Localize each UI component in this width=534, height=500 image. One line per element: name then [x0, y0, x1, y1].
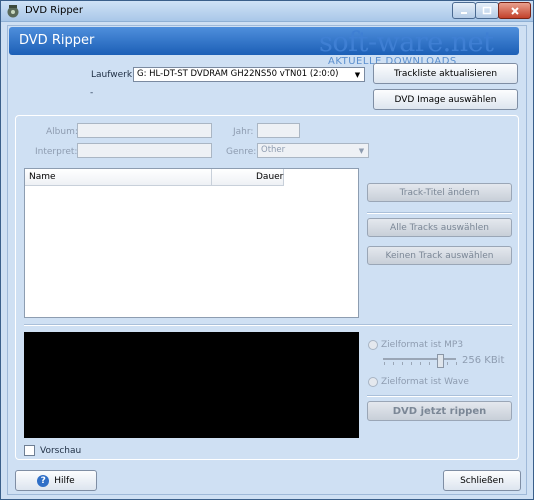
album-label: Album:	[46, 127, 78, 137]
wave-format-radio[interactable]	[368, 377, 378, 387]
artist-label: Interpret:	[35, 147, 78, 157]
title-bar[interactable]: DVD Ripper	[1, 1, 533, 22]
artist-field[interactable]	[77, 143, 212, 158]
drive-select[interactable]: G: HL-DT-ST DVDRAM GH22NS50 vTN01 (2:0:0…	[133, 67, 365, 82]
bitrate-slider-track[interactable]	[383, 358, 456, 360]
help-button[interactable]: ? Hilfe	[15, 470, 97, 491]
minimize-button[interactable]	[452, 2, 476, 19]
column-name-label: Name	[29, 172, 56, 182]
help-icon: ?	[37, 474, 50, 487]
help-button-label: Hilfe	[54, 475, 75, 486]
app-icon	[7, 5, 19, 18]
close-window-button[interactable]	[498, 2, 531, 19]
preview-label: Vorschau	[40, 446, 82, 456]
column-header-name[interactable]: Name	[25, 169, 212, 186]
divider	[367, 395, 512, 397]
drive-value: G: HL-DT-ST DVDRAM GH22NS50 vTN01 (2:0:0…	[137, 69, 339, 79]
preview-checkbox[interactable]	[24, 445, 35, 456]
column-duration-label: Dauer	[256, 172, 284, 182]
slider-tick	[420, 362, 421, 365]
slider-tick	[393, 362, 394, 365]
drive-status: -	[90, 88, 94, 98]
select-dvd-image-button[interactable]: DVD Image auswählen	[373, 89, 518, 110]
chevron-down-icon: ▼	[358, 146, 365, 155]
slider-tick	[447, 362, 448, 365]
genre-value: Other	[261, 145, 286, 155]
select-all-tracks-button[interactable]: Alle Tracks auswählen	[367, 218, 512, 237]
main-window: DVD Ripper DVD Ripper soft-ware.net AKTU…	[0, 0, 534, 500]
slider-tick	[384, 362, 385, 365]
year-field[interactable]	[257, 123, 300, 138]
window-title: DVD Ripper	[25, 5, 83, 16]
video-preview	[24, 332, 359, 438]
genre-select[interactable]: Other ▼	[257, 143, 369, 158]
mp3-format-label: Zielformat ist MP3	[381, 340, 464, 350]
minimize-icon	[461, 11, 467, 14]
slider-tick	[456, 362, 457, 365]
column-header-duration[interactable]: Dauer	[212, 169, 284, 186]
close-button[interactable]: Schließen	[443, 470, 521, 491]
select-no-track-button[interactable]: Keinen Track auswählen	[367, 246, 512, 265]
drive-label: Laufwerk:	[91, 70, 136, 80]
rename-track-button[interactable]: Track-Titel ändern	[367, 183, 512, 202]
slider-tick	[402, 362, 403, 365]
track-list[interactable]: Name Dauer	[24, 168, 359, 318]
watermark-brand: soft-ware.net	[319, 27, 494, 58]
album-field[interactable]	[77, 123, 212, 138]
rip-dvd-button[interactable]: DVD jetzt rippen	[367, 401, 512, 421]
genre-label: Genre:	[226, 147, 257, 157]
slider-tick	[429, 362, 430, 365]
slider-tick	[411, 362, 412, 365]
bitrate-value: 256 KBit	[462, 355, 505, 366]
divider	[24, 324, 512, 326]
chevron-down-icon: ▼	[354, 70, 361, 79]
year-label: Jahr:	[233, 127, 254, 137]
header-title: DVD Ripper	[19, 33, 95, 48]
maximize-button[interactable]	[475, 2, 499, 19]
refresh-tracklist-button[interactable]: Trackliste aktualisieren	[373, 63, 518, 84]
wave-format-label: Zielformat ist Wave	[381, 377, 469, 387]
close-icon	[510, 6, 519, 15]
bitrate-slider-thumb[interactable]	[437, 354, 444, 368]
divider	[367, 212, 512, 214]
mp3-format-radio[interactable]	[368, 340, 378, 350]
maximize-icon	[482, 6, 492, 14]
